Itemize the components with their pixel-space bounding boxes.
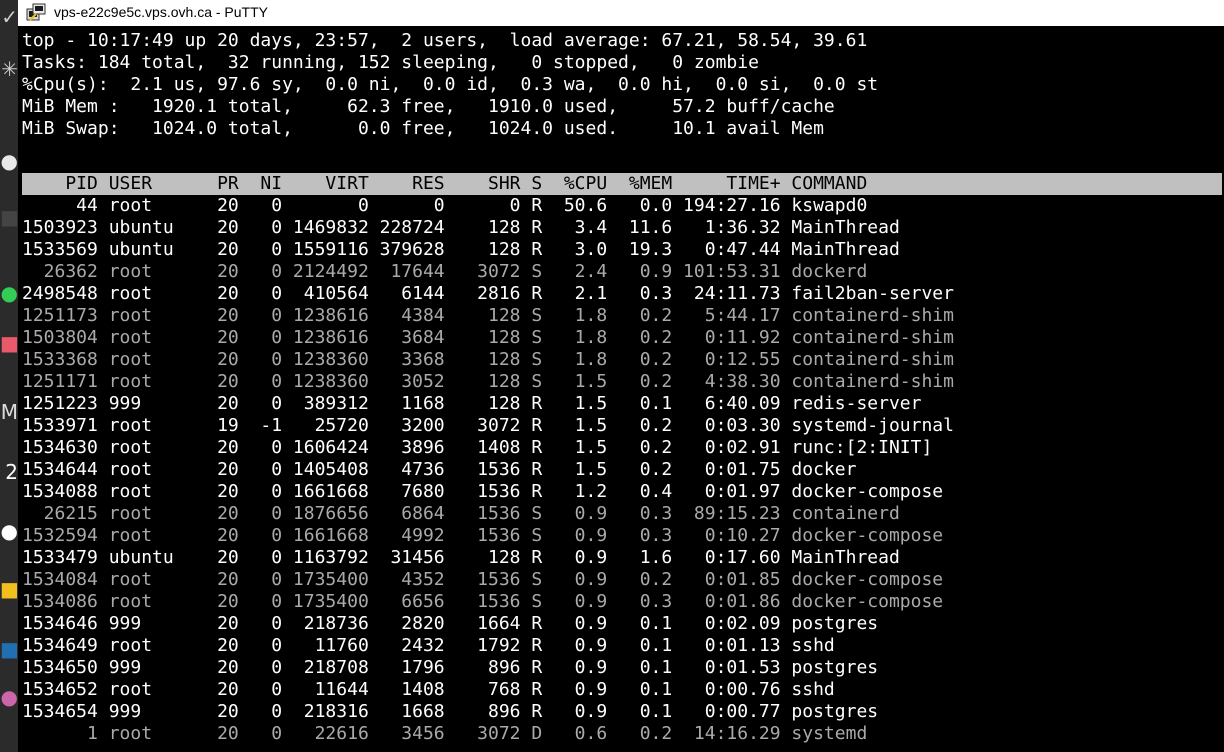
top-summary-swap: MiB Swap: 1024.0 total, 0.0 free, 1024.0… <box>22 118 824 139</box>
app-icon[interactable]: ■ <box>0 200 18 234</box>
process-row: 1532594 root 20 0 1661668 4992 1536 S 0.… <box>22 525 944 546</box>
process-row: 2498548 root 20 0 410564 6144 2816 R 2.1… <box>22 283 954 304</box>
process-row: 1534086 root 20 0 1735400 6656 1536 S 0.… <box>22 591 944 612</box>
process-row: 1534646 999 20 0 218736 2820 1664 R 0.9 … <box>22 613 879 634</box>
process-row: 1251223 999 20 0 389312 1168 128 R 1.5 0… <box>22 393 922 414</box>
process-row: 1534649 root 20 0 11760 2432 1792 R 0.9 … <box>22 635 835 656</box>
asterisk-icon[interactable]: ✳ <box>0 52 18 86</box>
app-icon[interactable]: 2 <box>0 455 18 489</box>
process-row: 1533479 ubuntu 20 0 1163792 31456 128 R … <box>22 547 900 568</box>
process-row: 26215 root 20 0 1876656 6864 1536 S 0.9 … <box>22 503 900 524</box>
process-row: 1534654 999 20 0 218316 1668 896 R 0.9 0… <box>22 701 879 722</box>
putty-icon <box>26 3 46 21</box>
app-icon[interactable]: ● <box>0 514 18 548</box>
process-row: 44 root 20 0 0 0 0 R 50.6 0.0 194:27.16 … <box>22 195 868 216</box>
terminal-screen[interactable]: top - 10:17:49 up 20 days, 23:57, 2 user… <box>22 30 1222 752</box>
process-row: 1251173 root 20 0 1238616 4384 128 S 1.8… <box>22 305 954 326</box>
process-row: 1 root 20 0 22616 3456 3072 D 0.6 0.2 14… <box>22 723 868 744</box>
process-row: 1534644 root 20 0 1405408 4736 1536 R 1.… <box>22 459 857 480</box>
process-row: 1533569 ubuntu 20 0 1559116 379628 128 R… <box>22 239 900 260</box>
process-row: 1251171 root 20 0 1238360 3052 128 S 1.5… <box>22 371 954 392</box>
title-bar[interactable]: vps-e22c9e5c.vps.ovh.ca - PuTTY <box>18 0 1224 26</box>
app-icon[interactable]: ● <box>0 276 18 310</box>
app-icon[interactable]: ● <box>0 144 18 178</box>
window-title: vps-e22c9e5c.vps.ovh.ca - PuTTY <box>54 4 268 20</box>
process-row: 1533971 root 19 -1 25720 3200 3072 R 1.5… <box>22 415 954 436</box>
process-row: 1534088 root 20 0 1661668 7680 1536 R 1.… <box>22 481 944 502</box>
top-summary-cpu: %Cpu(s): 2.1 us, 97.6 sy, 0.0 ni, 0.0 id… <box>22 74 879 95</box>
app-icon[interactable]: ■ <box>0 326 18 360</box>
putty-window: vps-e22c9e5c.vps.ovh.ca - PuTTY top - 10… <box>18 0 1224 752</box>
app-icon[interactable]: ■ <box>0 572 18 606</box>
process-row: 1503923 ubuntu 20 0 1469832 228724 128 R… <box>22 217 900 238</box>
taskbar: ✓ ✳ ● ■ ● ■ M 2 ● ■ ■ ● <box>0 0 18 752</box>
app-icon[interactable]: ■ <box>0 632 18 666</box>
check-icon[interactable]: ✓ <box>0 0 18 34</box>
top-summary-mem: MiB Mem : 1920.1 total, 62.3 free, 1910.… <box>22 96 835 117</box>
process-row: 1534084 root 20 0 1735400 4352 1536 S 0.… <box>22 569 944 590</box>
process-row: 1503804 root 20 0 1238616 3684 128 S 1.8… <box>22 327 954 348</box>
process-row: 26362 root 20 0 2124492 17644 3072 S 2.4… <box>22 261 868 282</box>
top-summary-tasks: Tasks: 184 total, 32 running, 152 sleepi… <box>22 52 759 73</box>
app-icon[interactable]: ● <box>0 680 18 714</box>
top-summary-uptime: top - 10:17:49 up 20 days, 23:57, 2 user… <box>22 30 868 51</box>
app-icon[interactable]: M <box>0 395 18 429</box>
process-table-header: PID USER PR NI VIRT RES SHR S %CPU %MEM … <box>22 173 1222 195</box>
process-row: 1533368 root 20 0 1238360 3368 128 S 1.8… <box>22 349 954 370</box>
process-row: 1534650 999 20 0 218708 1796 896 R 0.9 0… <box>22 657 879 678</box>
process-row: 1534652 root 20 0 11644 1408 768 R 0.9 0… <box>22 679 835 700</box>
process-row: 1534630 root 20 0 1606424 3896 1408 R 1.… <box>22 437 933 458</box>
